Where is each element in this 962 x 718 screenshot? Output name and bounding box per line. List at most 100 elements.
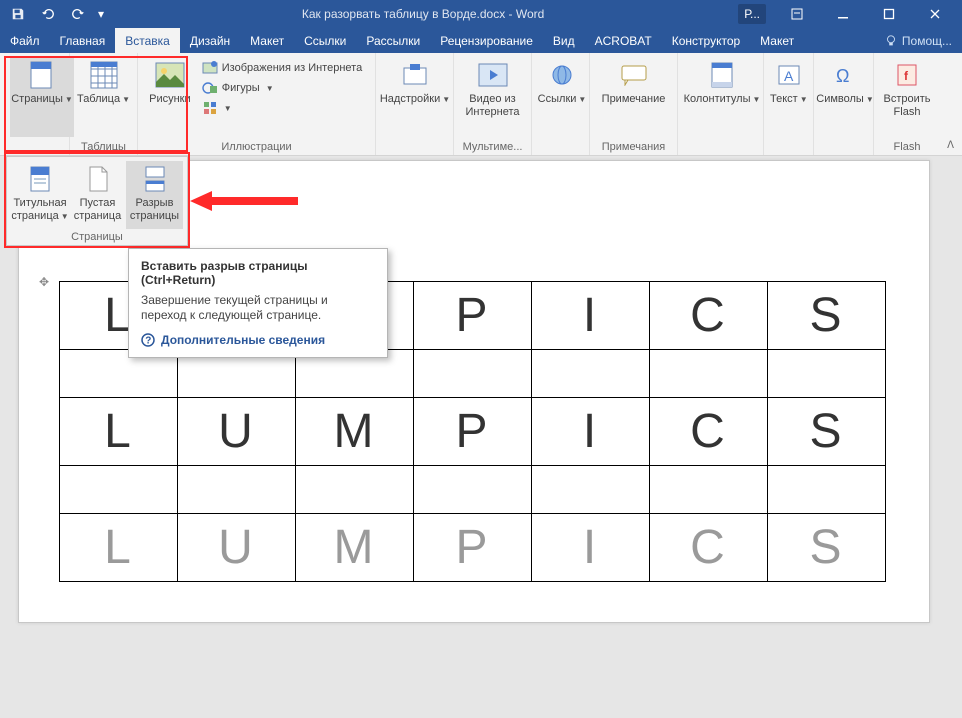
- shapes-button[interactable]: Фигуры▼: [198, 79, 371, 97]
- symbols-button[interactable]: Ω Символы▼: [818, 57, 872, 137]
- embed-flash-button[interactable]: f Встроить Flash: [878, 57, 936, 137]
- svg-text:?: ?: [145, 336, 151, 347]
- tab-acrobat[interactable]: ACROBAT: [585, 28, 662, 53]
- table-cell[interactable]: [650, 466, 768, 514]
- comment-button[interactable]: Примечание: [594, 57, 673, 137]
- table-cell[interactable]: S: [768, 514, 886, 582]
- table-cell[interactable]: [178, 466, 296, 514]
- table-row: [60, 466, 886, 514]
- pages-button[interactable]: Страницы▼: [10, 57, 74, 137]
- save-icon[interactable]: [4, 2, 32, 26]
- smartart-icon: [202, 100, 218, 116]
- online-video-button[interactable]: Видео из Интернета: [458, 57, 527, 137]
- table-cell[interactable]: [414, 350, 532, 398]
- table-cell[interactable]: [768, 466, 886, 514]
- table-button[interactable]: Таблица▼: [74, 57, 133, 137]
- tab-table-design[interactable]: Конструктор: [662, 28, 750, 53]
- qat-customize-icon[interactable]: ▾: [94, 2, 108, 26]
- table-cell[interactable]: M: [296, 514, 414, 582]
- table-cell[interactable]: L: [60, 514, 178, 582]
- table-cell[interactable]: L: [60, 398, 178, 466]
- table-cell[interactable]: S: [768, 398, 886, 466]
- maximize-icon[interactable]: [866, 0, 912, 28]
- headers-label: Колонтитулы: [684, 93, 751, 105]
- cover-page-icon: [24, 163, 56, 195]
- close-icon[interactable]: [912, 0, 958, 28]
- table-icon: [88, 59, 120, 91]
- table-cell[interactable]: [296, 466, 414, 514]
- tab-home[interactable]: Главная: [50, 28, 116, 53]
- table-cell[interactable]: [768, 350, 886, 398]
- window-controls: [774, 0, 958, 28]
- table-cell[interactable]: P: [414, 514, 532, 582]
- more-illustrations-button[interactable]: ▼: [198, 99, 371, 117]
- table-cell[interactable]: U: [178, 398, 296, 466]
- table-cell[interactable]: P: [414, 282, 532, 350]
- tab-file[interactable]: Файл: [0, 28, 50, 53]
- text-label: Текст: [770, 93, 798, 105]
- pages-group-label: Страницы: [7, 231, 187, 243]
- pictures-label: Рисунки: [149, 93, 191, 106]
- table-cell[interactable]: P: [414, 398, 532, 466]
- pages-flyout: Титульная страница▼ Пустая страница Разр…: [6, 156, 188, 246]
- table-cell[interactable]: I: [532, 398, 650, 466]
- addins-button[interactable]: Надстройки▼: [380, 57, 450, 137]
- links-button[interactable]: Ссылки▼: [536, 57, 588, 137]
- blank-page-button[interactable]: Пустая страница: [69, 161, 126, 229]
- undo-icon[interactable]: [34, 2, 62, 26]
- tab-mailings[interactable]: Рассылки: [356, 28, 430, 53]
- table-cell[interactable]: [532, 350, 650, 398]
- minimize-icon[interactable]: [820, 0, 866, 28]
- header-footer-button[interactable]: Колонтитулы▼: [682, 57, 762, 137]
- shapes-label: Фигуры: [222, 82, 260, 94]
- online-pictures-icon: [202, 60, 218, 76]
- tell-me-search[interactable]: Помощ...: [874, 28, 962, 53]
- media-group-label: Мультиме...: [454, 141, 531, 153]
- table-cell[interactable]: C: [650, 514, 768, 582]
- tab-design[interactable]: Дизайн: [180, 28, 240, 53]
- pictures-button[interactable]: Рисунки: [142, 57, 198, 137]
- tables-group-label: Таблицы: [70, 141, 137, 153]
- text-icon: A: [773, 59, 805, 91]
- ribbon-tab-bar: Файл Главная Вставка Дизайн Макет Ссылки…: [0, 28, 962, 53]
- tooltip-body: Завершение текущей страницы и переход к …: [141, 293, 375, 323]
- table-anchor-icon[interactable]: ✥: [39, 275, 49, 289]
- flash-label: Встроить Flash: [880, 93, 934, 119]
- tooltip-help-link[interactable]: ? Дополнительные сведения: [141, 333, 375, 347]
- table-cell[interactable]: [414, 466, 532, 514]
- page-break-button[interactable]: Разрыв страницы: [126, 161, 183, 229]
- online-pictures-button[interactable]: Изображения из Интернета: [198, 59, 371, 77]
- addins-label: Надстройки: [380, 93, 440, 105]
- table-cell[interactable]: [60, 466, 178, 514]
- table-cell[interactable]: U: [178, 514, 296, 582]
- flash-group-label: Flash: [874, 141, 940, 153]
- blank-page-icon: [82, 163, 114, 195]
- ribbon-options-icon[interactable]: [774, 0, 820, 28]
- cover-page-button[interactable]: Титульная страница▼: [11, 161, 69, 229]
- user-account-chip[interactable]: Р...: [738, 4, 766, 24]
- redo-icon[interactable]: [64, 2, 92, 26]
- table-cell[interactable]: C: [650, 398, 768, 466]
- svg-text:A: A: [784, 68, 794, 84]
- tooltip-link-label: Дополнительные сведения: [161, 333, 325, 347]
- lightbulb-icon: [884, 34, 898, 48]
- text-button[interactable]: A Текст▼: [768, 57, 810, 137]
- tab-review[interactable]: Рецензирование: [430, 28, 543, 53]
- table-cell[interactable]: [650, 350, 768, 398]
- table-cell[interactable]: M: [296, 398, 414, 466]
- video-icon: [477, 59, 509, 91]
- table-cell[interactable]: [532, 466, 650, 514]
- table-cell[interactable]: I: [532, 514, 650, 582]
- shapes-icon: [202, 80, 218, 96]
- user-initial: Р...: [744, 7, 760, 21]
- tab-table-layout[interactable]: Макет: [750, 28, 804, 53]
- table-cell[interactable]: I: [532, 282, 650, 350]
- collapse-ribbon-icon[interactable]: ᐱ: [943, 138, 958, 153]
- table-cell[interactable]: S: [768, 282, 886, 350]
- tab-layout[interactable]: Макет: [240, 28, 294, 53]
- tab-references[interactable]: Ссылки: [294, 28, 356, 53]
- tab-insert[interactable]: Вставка: [115, 28, 180, 53]
- pictures-icon: [154, 59, 186, 91]
- table-cell[interactable]: C: [650, 282, 768, 350]
- tab-view[interactable]: Вид: [543, 28, 585, 53]
